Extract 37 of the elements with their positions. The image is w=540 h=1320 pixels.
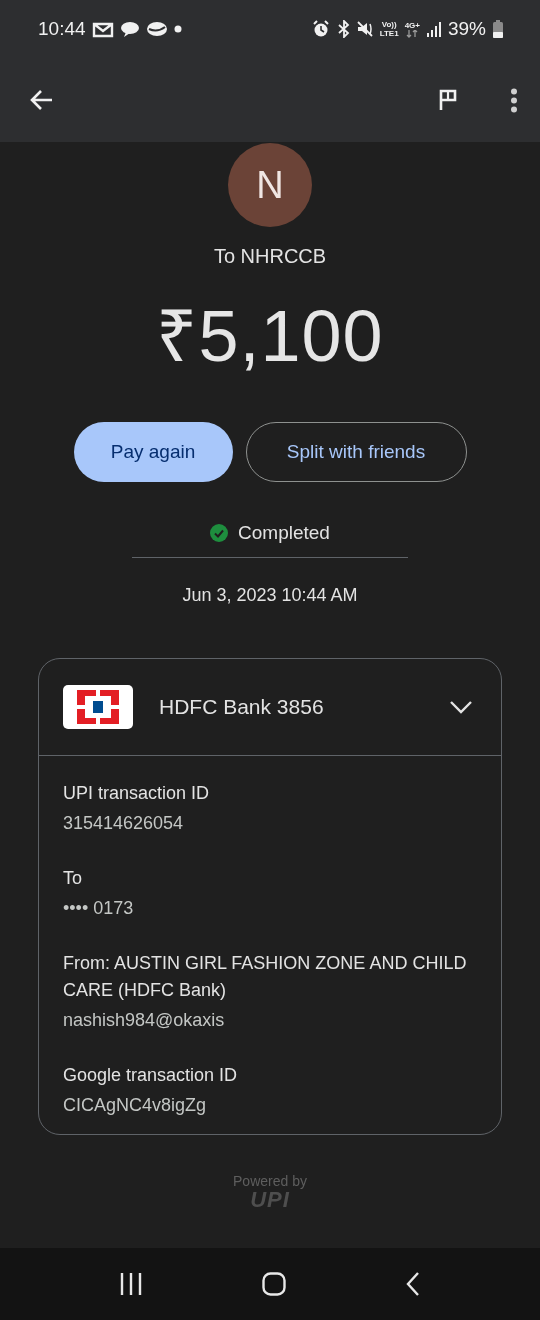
back-icon[interactable] xyxy=(406,1272,420,1296)
lte-label: LTE1 xyxy=(379,29,399,38)
chat-bubble-icon xyxy=(119,20,140,38)
alarm-icon xyxy=(311,20,330,38)
payee-name: To NHRCCB xyxy=(213,245,327,268)
flag-icon[interactable] xyxy=(438,88,458,112)
detail-label: Google transaction ID xyxy=(63,1064,239,1087)
detail-value: nashish984@okaxis xyxy=(63,1010,226,1031)
transaction-date: Jun 3, 2023 10:44 AM xyxy=(182,585,358,606)
avatar: N xyxy=(228,143,312,227)
volte-label: Vo)) xyxy=(381,20,397,29)
mail-icon xyxy=(91,20,114,38)
detail-label: UPI transaction ID xyxy=(63,782,211,805)
data-type-label: 4G+ xyxy=(404,20,420,30)
more-options-icon[interactable] xyxy=(510,87,518,113)
recent-apps-icon[interactable] xyxy=(120,1273,142,1295)
powered-by-text: Powered by xyxy=(233,1173,307,1189)
pay-again-button[interactable]: Pay again xyxy=(73,422,233,482)
status-label: Completed xyxy=(238,522,330,544)
detail-value: •••• 0173 xyxy=(63,898,135,919)
detail-label: To xyxy=(63,867,83,890)
check-circle-icon xyxy=(210,524,229,542)
battery-percent: 39% xyxy=(447,18,486,40)
chevron-icon[interactable] xyxy=(449,699,473,715)
clock: 10:44 xyxy=(38,18,86,40)
bank-logo xyxy=(63,685,133,729)
notification-dot-icon xyxy=(173,25,182,33)
data-arrows-icon xyxy=(405,29,420,38)
detail-value: CICAgNC4v8igZg xyxy=(63,1095,208,1116)
detail-value: 315414626054 xyxy=(63,813,185,834)
amount: ₹5,100 xyxy=(156,295,384,378)
detail-label: From: AUSTIN GIRL FASHION ZONE AND CHILD CARE (HDFC Bank) xyxy=(63,952,468,1002)
bank-account-name: HDFC Bank 3856 xyxy=(159,695,325,719)
home-icon[interactable] xyxy=(262,1272,286,1296)
vibrate-mute-icon xyxy=(355,20,374,38)
signal-icon xyxy=(425,20,442,38)
battery-icon xyxy=(492,20,504,38)
